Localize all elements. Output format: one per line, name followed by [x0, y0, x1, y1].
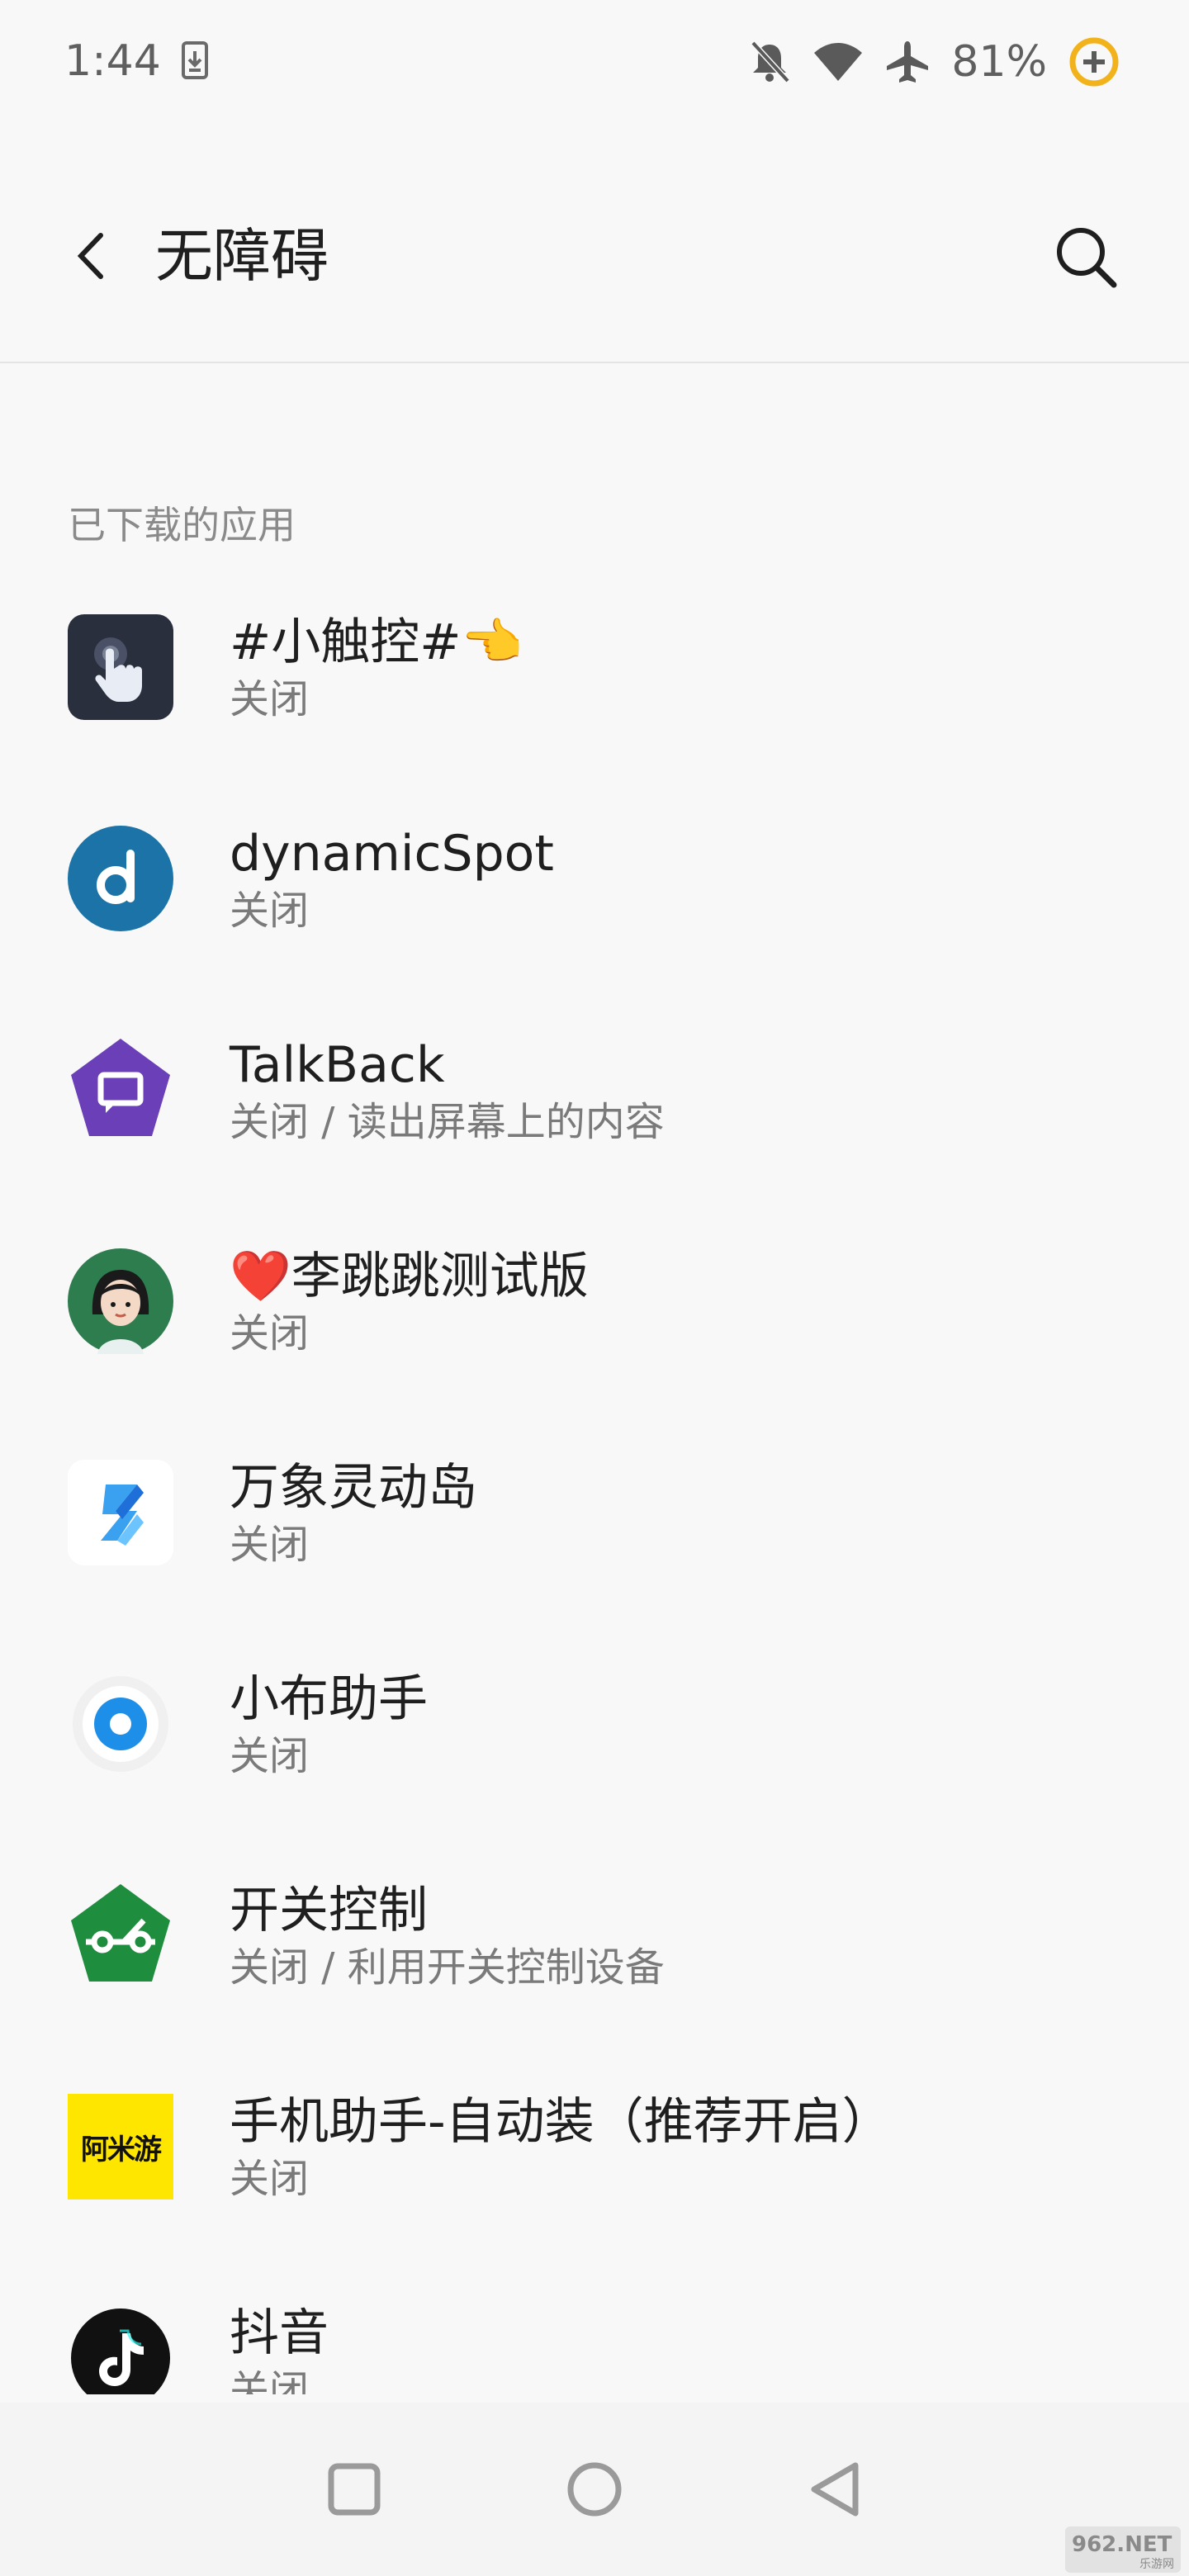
back-button[interactable]	[58, 223, 124, 289]
item-summary: 关闭	[230, 1310, 310, 1357]
home-button[interactable]	[557, 2452, 632, 2526]
douyin-icon	[68, 2305, 173, 2394]
watermark-subtext: 乐游网	[1139, 2558, 1174, 2571]
item-title: TalkBack	[230, 1036, 445, 1094]
item-title: dynamicSpot	[230, 825, 554, 883]
status-time: 1:44	[64, 36, 161, 86]
toolbar: 无障碍	[0, 190, 1189, 322]
list-item[interactable]: 开关控制 关闭 / 利用开关控制设备	[0, 1846, 1189, 2057]
list-item[interactable]: 阿米游 手机助手-自动装（推荐开启） 关闭	[0, 2057, 1189, 2269]
download-icon	[182, 41, 208, 79]
xiaobu-icon	[68, 1671, 173, 1777]
list-item[interactable]: 抖音 关闭	[0, 2269, 1189, 2394]
recents-icon	[328, 2463, 381, 2516]
section-header: 已下载的应用	[68, 503, 296, 547]
item-summary: 关闭	[230, 2367, 310, 2394]
avatar-girl-icon	[68, 1248, 173, 1354]
amiyou-icon: 阿米游	[68, 2094, 173, 2200]
switch-access-icon	[68, 1882, 173, 1988]
item-title: 开关控制	[230, 1882, 428, 1939]
status-icons: 81%	[748, 33, 1120, 91]
talkback-icon	[68, 1037, 173, 1143]
item-summary: 关闭	[230, 2156, 310, 2202]
screen: 1:44 81% 无障碍 已下载的应用 #小触控#👈 关闭 dynamicSpo…	[0, 0, 1189, 2576]
touch-hand-icon	[68, 614, 173, 720]
list-item[interactable]: 小布助手 关闭	[0, 1635, 1189, 1846]
back-icon	[811, 2462, 859, 2517]
list-item[interactable]: ❤️李跳跳测试版 关闭	[0, 1212, 1189, 1423]
wifi-icon	[812, 41, 864, 83]
item-title: ❤️李跳跳测试版	[230, 1248, 589, 1305]
watermark: 962.NET 乐游网	[1065, 2526, 1181, 2573]
item-title: 手机助手-自动装（推荐开启）	[230, 2093, 892, 2151]
item-title: 小布助手	[230, 1670, 428, 1728]
wanxiang-icon	[68, 1460, 173, 1565]
item-title: 万象灵动岛	[230, 1459, 477, 1517]
home-icon	[567, 2462, 622, 2517]
bell-off-icon	[748, 40, 791, 84]
nav-back-button[interactable]	[798, 2452, 872, 2526]
item-summary: 关闭	[230, 676, 310, 722]
list-item[interactable]: TalkBack 关闭 / 读出屏幕上的内容	[0, 1001, 1189, 1212]
search-icon	[1057, 228, 1117, 288]
dynamicspot-icon	[68, 826, 173, 931]
watermark-text: 962.NET	[1072, 2532, 1172, 2557]
amiyou-icon-text: 阿米游	[81, 2133, 162, 2166]
battery-percent: 81%	[951, 37, 1047, 87]
item-summary: 关闭	[230, 1522, 310, 1568]
status-bar: 1:44 81%	[0, 0, 1189, 124]
toolbar-divider	[0, 362, 1189, 363]
item-summary: 关闭 / 利用开关控制设备	[230, 1944, 665, 1991]
back-arrow-icon	[77, 233, 103, 279]
navigation-bar: 962.NET 乐游网	[0, 2403, 1189, 2576]
item-summary: 关闭 / 读出屏幕上的内容	[230, 1099, 665, 1145]
item-title: 抖音	[230, 2304, 329, 2362]
list-item[interactable]: 万象灵动岛 关闭	[0, 1423, 1189, 1635]
list-item[interactable]: #小触控#👈 关闭	[0, 578, 1189, 789]
item-summary: 关闭	[230, 1733, 310, 1779]
battery-saver-icon	[1068, 36, 1120, 88]
recents-button[interactable]	[317, 2452, 391, 2526]
page-title: 无障碍	[155, 222, 329, 290]
item-summary: 关闭	[230, 888, 310, 934]
app-list: #小触控#👈 关闭 dynamicSpot 关闭 TalkBack 关闭 / 读…	[0, 578, 1189, 2394]
list-item[interactable]: dynamicSpot 关闭	[0, 789, 1189, 1001]
airplane-icon	[885, 40, 930, 84]
item-title: #小触控#👈	[230, 613, 523, 671]
search-button[interactable]	[1049, 220, 1123, 294]
